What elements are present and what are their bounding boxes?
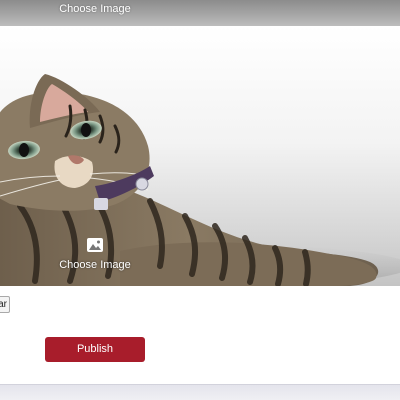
choose-image-label[interactable]: Choose Image	[59, 259, 131, 271]
image-icon	[87, 238, 103, 252]
previous-image-card[interactable]: Choose Image	[0, 0, 400, 26]
publish-button[interactable]: Publish	[45, 337, 145, 362]
choose-image-label[interactable]: Choose Image	[0, 3, 190, 15]
page: Choose Image Choose Image ar Publish	[0, 0, 400, 400]
image-card[interactable]: Choose Image	[0, 26, 400, 286]
bottom-divider	[0, 384, 400, 400]
clear-button[interactable]: ar	[0, 296, 10, 313]
choose-image-overlay[interactable]: Choose Image	[0, 238, 190, 273]
